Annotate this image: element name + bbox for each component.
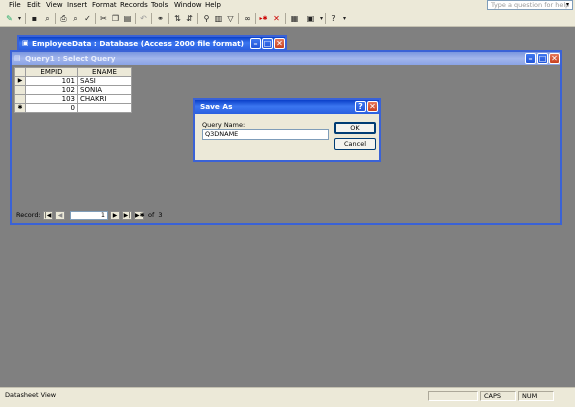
status-text: Datasheet View — [5, 391, 57, 399]
print-icon[interactable]: ⎙ — [58, 13, 69, 24]
filter-by-form-icon[interactable]: ▥ — [213, 13, 224, 24]
save-icon[interactable]: ▪ — [29, 13, 40, 24]
datasheet-grid: EMPID ENAME ▶ 101 SASI 102 SONIA 103 CHA… — [14, 67, 132, 113]
maximize-button[interactable]: □ — [262, 38, 273, 49]
dialog-title: Save As — [200, 102, 233, 111]
ok-button[interactable]: OK — [334, 122, 376, 134]
menu-insert[interactable]: Insert — [67, 1, 87, 10]
cell-ename[interactable]: SONIA — [77, 85, 132, 95]
apply-filter-icon[interactable]: ▽ — [225, 13, 236, 24]
new-record-icon[interactable]: ▸✱ — [258, 13, 269, 24]
menu-view[interactable]: View — [46, 1, 63, 10]
toolbar-options-icon[interactable]: ▾ — [339, 13, 350, 24]
first-record-button[interactable]: |◀ — [43, 211, 53, 220]
record-count: of 3 — [148, 211, 163, 219]
header-row: EMPID ENAME — [14, 67, 132, 77]
previous-record-button[interactable]: ◀ — [55, 211, 65, 220]
help-question-box[interactable]: Type a question for help — [487, 0, 573, 10]
menu-tools[interactable]: Tools — [151, 1, 168, 10]
view-dropdown-icon[interactable]: ▾ — [14, 13, 25, 24]
undo-icon[interactable]: ↶ — [138, 13, 149, 24]
menu-edit[interactable]: Edit — [27, 1, 41, 10]
query-minimize-button[interactable]: – — [525, 53, 536, 64]
cut-icon[interactable]: ✂ — [98, 13, 109, 24]
find-binoculars-icon[interactable]: ∞ — [242, 13, 253, 24]
cell-ename[interactable]: SASI — [77, 76, 132, 86]
paste-icon[interactable]: ▤ — [122, 13, 133, 24]
new-record-selector[interactable]: ✱ — [14, 103, 26, 113]
current-record-field[interactable]: 1 — [70, 211, 108, 220]
cell-empid[interactable]: 101 — [25, 76, 78, 86]
database-window-title: EmployeeData : Database (Access 2000 fil… — [32, 39, 244, 48]
print-preview-icon[interactable]: ⌕ — [70, 13, 81, 24]
menu-help[interactable]: Help — [205, 1, 221, 10]
menu-file[interactable]: File — [9, 1, 21, 10]
insert-hyperlink-icon[interactable]: ⚭ — [155, 13, 166, 24]
cell-ename[interactable]: CHAKRI — [77, 94, 132, 104]
new-object-icon[interactable]: ▣ — [305, 13, 316, 24]
dialog-help-button[interactable]: ? — [355, 101, 366, 112]
database-icon: ▣ — [22, 39, 29, 47]
query-maximize-button[interactable]: □ — [537, 53, 548, 64]
copy-icon[interactable]: ❐ — [110, 13, 121, 24]
last-record-button[interactable]: ▶| — [122, 211, 132, 220]
table-row[interactable]: ▶ 101 SASI — [14, 76, 132, 86]
next-record-button[interactable]: ▶ — [110, 211, 120, 220]
filter-by-selection-icon[interactable]: ⚲ — [201, 13, 212, 24]
menu-records[interactable]: Records — [120, 1, 148, 10]
table-row[interactable]: 102 SONIA — [14, 85, 132, 95]
help-icon[interactable]: ? — [328, 13, 339, 24]
cell-empid[interactable]: 0 — [25, 103, 78, 113]
sort-descending-icon[interactable]: ⇵ — [184, 13, 195, 24]
query-name-label: Query Name: — [202, 121, 246, 129]
dialog-titlebar[interactable]: Save As ? ✕ — [195, 100, 379, 114]
query-icon: ▤ — [14, 54, 21, 62]
cell-ename[interactable] — [77, 103, 132, 113]
new-record-nav-button[interactable]: ▶✱ — [134, 211, 145, 220]
record-navigator: Record: |◀ ◀ 1 ▶ ▶| ▶✱ of 3 — [14, 211, 544, 221]
help-dropdown-icon[interactable]: ▾ — [566, 1, 569, 9]
new-record-row[interactable]: ✱ 0 — [14, 103, 132, 113]
menu-window[interactable]: Window — [174, 1, 202, 10]
query-close-button[interactable]: ✕ — [549, 53, 560, 64]
spelling-icon[interactable]: ✓ — [82, 13, 93, 24]
cell-empid[interactable]: 103 — [25, 94, 78, 104]
query-name-input[interactable]: Q3DNAME — [202, 129, 329, 140]
cancel-button[interactable]: Cancel — [334, 138, 376, 150]
query-window-title: Query1 : Select Query — [25, 54, 116, 63]
status-bar: Datasheet View CAPS NUM — [0, 387, 575, 407]
dialog-close-button[interactable]: ✕ — [367, 101, 378, 112]
menu-format[interactable]: Format — [92, 1, 117, 10]
close-button[interactable]: ✕ — [274, 38, 285, 49]
column-header-ename[interactable]: ENAME — [77, 67, 132, 77]
query-window-titlebar[interactable]: ▤ Query1 : Select Query – □ ✕ — [12, 52, 560, 65]
table-row[interactable]: 103 CHAKRI — [14, 94, 132, 104]
delete-record-icon[interactable]: ✕ — [271, 13, 282, 24]
record-selector[interactable] — [14, 94, 26, 104]
menu-bar: File Edit View Insert Format Records Too… — [0, 0, 575, 11]
minimize-button[interactable]: – — [250, 38, 261, 49]
database-window-icon[interactable]: ▦ — [289, 13, 300, 24]
column-header-empid[interactable]: EMPID — [25, 67, 78, 77]
database-window-titlebar[interactable]: ▣ EmployeeData : Database (Access 2000 f… — [19, 37, 285, 50]
record-selector[interactable] — [14, 85, 26, 95]
record-label: Record: — [16, 211, 41, 219]
sort-ascending-icon[interactable]: ⇅ — [172, 13, 183, 24]
caps-indicator: CAPS — [480, 391, 516, 401]
status-panel-empty — [428, 391, 478, 401]
num-indicator: NUM — [518, 391, 554, 401]
select-all-cell[interactable] — [14, 67, 26, 77]
search-icon[interactable]: ⌕ — [42, 13, 53, 24]
save-as-dialog: Save As ? ✕ Query Name: Q3DNAME OK Cance… — [193, 98, 381, 162]
record-selector[interactable]: ▶ — [14, 76, 26, 86]
cell-empid[interactable]: 102 — [25, 85, 78, 95]
toolbar: ✎ ▾ ▪ ⌕ ⎙ ⌕ ✓ ✂ ❐ ▤ ↶ ⚭ ⇅ ⇵ ⚲ ▥ ▽ ∞ ▸✱ ✕… — [0, 11, 575, 27]
